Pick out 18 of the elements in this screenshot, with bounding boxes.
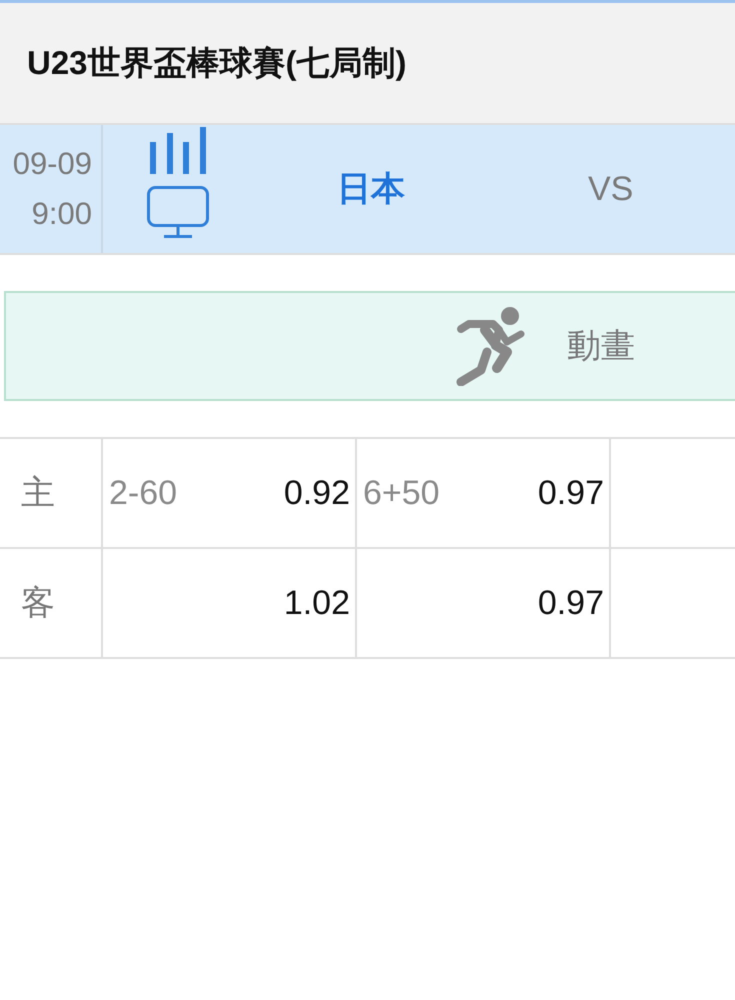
- tv-icon[interactable]: [147, 186, 209, 238]
- handicap-line: 6+50: [363, 474, 440, 512]
- odds-value[interactable]: 0.97: [538, 474, 604, 512]
- team-name: 日本: [337, 169, 405, 210]
- match-time: 9:00: [32, 195, 92, 233]
- animation-label: 動畫: [567, 326, 635, 367]
- match-date: 09-09: [12, 145, 92, 183]
- bar-chart-icon[interactable]: [150, 127, 206, 174]
- league-title: U23世界盃棒球賽(七局制): [26, 42, 408, 83]
- side-label: 主: [21, 473, 55, 514]
- odds-value[interactable]: 0.97: [538, 584, 604, 622]
- versus-label: VS: [588, 170, 634, 208]
- odds-value[interactable]: 0.92: [284, 474, 350, 512]
- running-person-icon: [455, 306, 527, 386]
- odds-value[interactable]: 1.02: [284, 584, 350, 622]
- animation-bar[interactable]: 動畫: [4, 291, 735, 401]
- side-label: 客: [21, 583, 55, 624]
- handicap-line: 2-60: [109, 474, 178, 512]
